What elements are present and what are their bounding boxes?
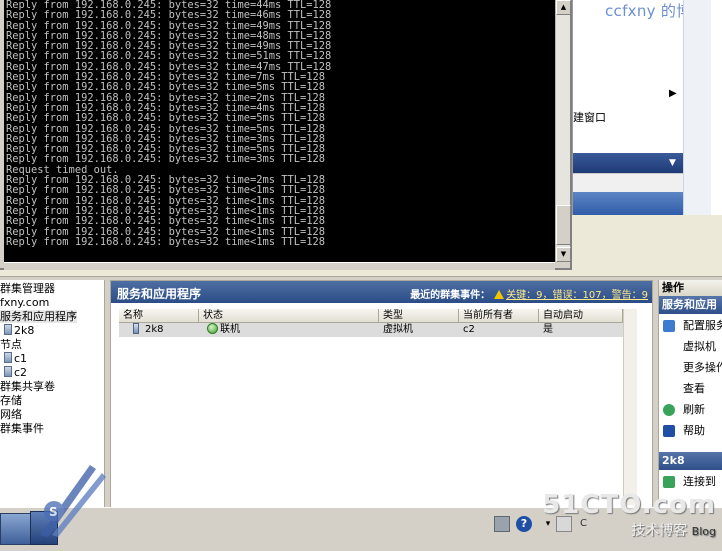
- action-item[interactable]: 帮助: [659, 421, 722, 441]
- action-item[interactable]: 虚拟机: [659, 337, 722, 357]
- help-icon[interactable]: ?: [516, 516, 532, 532]
- console-vertical-scrollbar[interactable]: ▲ ▼: [555, 0, 571, 262]
- actions-title: 操作: [659, 280, 722, 296]
- action-label: 配置服务: [683, 319, 722, 332]
- watermark-subtitle: 技术博客 Blog: [631, 523, 716, 539]
- table-scrollbar[interactable]: [623, 309, 637, 505]
- tree-item-label: c2: [14, 366, 28, 379]
- tree-item[interactable]: 节点: [0, 338, 22, 352]
- tree-item-label: 存储: [0, 394, 22, 407]
- column-header-status[interactable]: 状态: [199, 309, 379, 322]
- column-header-name[interactable]: 名称: [119, 309, 199, 322]
- start-button[interactable]: [0, 513, 32, 545]
- svg-text:S: S: [49, 505, 58, 519]
- tree-item[interactable]: 服务和应用程序: [0, 310, 77, 324]
- cell-type: 虚拟机: [383, 324, 413, 335]
- tree-item-label: c1: [14, 352, 28, 365]
- tree-item[interactable]: 存储: [0, 394, 22, 408]
- tree-item[interactable]: 群集管理器: [0, 282, 55, 296]
- events-label: 最近的群集事件：: [410, 290, 491, 301]
- chevron-down-icon[interactable]: ▼: [669, 158, 676, 168]
- action-item[interactable]: 配置服务: [659, 316, 722, 336]
- node-icon: [4, 324, 12, 335]
- console-output: Reply from 192.168.0.245: bytes=32 time=…: [4, 0, 555, 262]
- menu-item-label[interactable]: 建窗口: [573, 109, 606, 125]
- console-window[interactable]: Reply from 192.168.0.245: bytes=32 time=…: [0, 0, 572, 270]
- panel-strip: [573, 173, 683, 216]
- tree-item-label: 网络: [0, 408, 22, 421]
- tree-item[interactable]: 群集共享卷: [0, 380, 55, 394]
- cell-name: 2k8: [119, 323, 199, 337]
- background-browser-window[interactable]: ccfxny 的博 ▶ 建窗口 ▼: [572, 0, 722, 216]
- table-header: 名称 状态 类型 当前所有者 自动启动: [119, 309, 623, 323]
- tree-item[interactable]: c1: [4, 352, 27, 366]
- tree-item-label: 2k8: [14, 324, 35, 337]
- node-icon: [4, 352, 12, 363]
- browser-scrollbar[interactable]: [683, 0, 711, 215]
- action-label: 刷新: [683, 403, 705, 416]
- tree-item-label: 群集管理器: [0, 282, 55, 295]
- printer-icon[interactable]: [494, 516, 510, 532]
- tree-item-label: 节点: [0, 338, 22, 351]
- tree-item-label: 服务和应用程序: [0, 310, 77, 323]
- events-links[interactable]: 关键：9，错误：107，警告：9: [506, 290, 648, 301]
- node-icon: [4, 366, 12, 377]
- main-panel: 服务和应用程序 最近的群集事件： 关键：9，错误：107，警告：9 名称 状态 类…: [110, 280, 653, 508]
- action-item[interactable]: 刷新: [659, 400, 722, 420]
- console-lines: Reply from 192.168.0.245: bytes=32 time=…: [6, 0, 332, 248]
- services-table: 名称 状态 类型 当前所有者 自动启动 2k8 联机 虚拟机 c2 是: [119, 309, 623, 337]
- tree-item[interactable]: 群集事件: [0, 422, 44, 436]
- column-header-owner[interactable]: 当前所有者: [459, 309, 539, 322]
- action-label: 帮助: [683, 424, 705, 437]
- column-header-type[interactable]: 类型: [379, 309, 459, 322]
- submenu-arrow-icon: ▶: [669, 88, 677, 99]
- table-row[interactable]: 2k8 联机 虚拟机 c2 是: [119, 323, 623, 337]
- blog-brand: ccfxny 的博: [605, 2, 692, 20]
- console-horizontal-scrollbar[interactable]: [4, 262, 555, 270]
- tree-item[interactable]: fxny.com: [0, 296, 49, 310]
- warning-icon: [494, 290, 505, 299]
- watermark-logo: S: [40, 465, 106, 537]
- connect-icon: [663, 476, 675, 488]
- action-label: 连接到: [683, 475, 716, 488]
- help-icon: [663, 425, 675, 437]
- refresh-icon: [663, 404, 675, 416]
- configure-icon: [663, 320, 675, 332]
- actions-pane: 操作 服务和应用 配置服务虚拟机更多操作查看刷新帮助 2k8 连接到: [658, 280, 722, 520]
- scroll-down-icon[interactable]: ▼: [556, 247, 571, 262]
- actions-section-services[interactable]: 服务和应用: [659, 296, 722, 314]
- action-label: 虚拟机: [683, 340, 716, 353]
- cell-owner: c2: [463, 324, 475, 335]
- scroll-thumb[interactable]: [556, 205, 571, 245]
- tree-item[interactable]: c2: [4, 366, 27, 380]
- virtual-machine-icon: [133, 323, 139, 334]
- title-bar: [573, 153, 683, 173]
- tree-item-label: fxny.com: [0, 296, 50, 309]
- tree-item-label: 群集共享卷: [0, 380, 55, 393]
- action-item[interactable]: 查看: [659, 379, 722, 399]
- action-item[interactable]: 连接到: [659, 472, 722, 492]
- scroll-up-icon[interactable]: ▲: [556, 0, 571, 15]
- action-label: 查看: [683, 382, 705, 395]
- watermark: 51CTO.com 技术博客 Blog: [542, 490, 716, 540]
- tree-item[interactable]: 网络: [0, 408, 22, 422]
- online-status-icon: [207, 323, 218, 334]
- watermark-site: 51CTO.com: [542, 490, 716, 520]
- recent-cluster-events: 最近的群集事件： 关键：9，错误：107，警告：9: [410, 286, 648, 301]
- action-item[interactable]: 更多操作: [659, 358, 722, 378]
- cell-autostart: 是: [543, 324, 553, 335]
- tree-item[interactable]: 2k8: [4, 324, 34, 338]
- tree-item-label: 群集事件: [0, 422, 44, 435]
- panel-header: 服务和应用程序 最近的群集事件： 关键：9，错误：107，警告：9: [111, 281, 652, 303]
- action-label: 更多操作: [683, 361, 722, 374]
- cell-status: 联机: [199, 323, 379, 337]
- column-header-autostart[interactable]: 自动启动: [539, 309, 623, 322]
- actions-section-vm[interactable]: 2k8: [659, 452, 722, 470]
- panel-title: 服务和应用程序: [117, 287, 202, 301]
